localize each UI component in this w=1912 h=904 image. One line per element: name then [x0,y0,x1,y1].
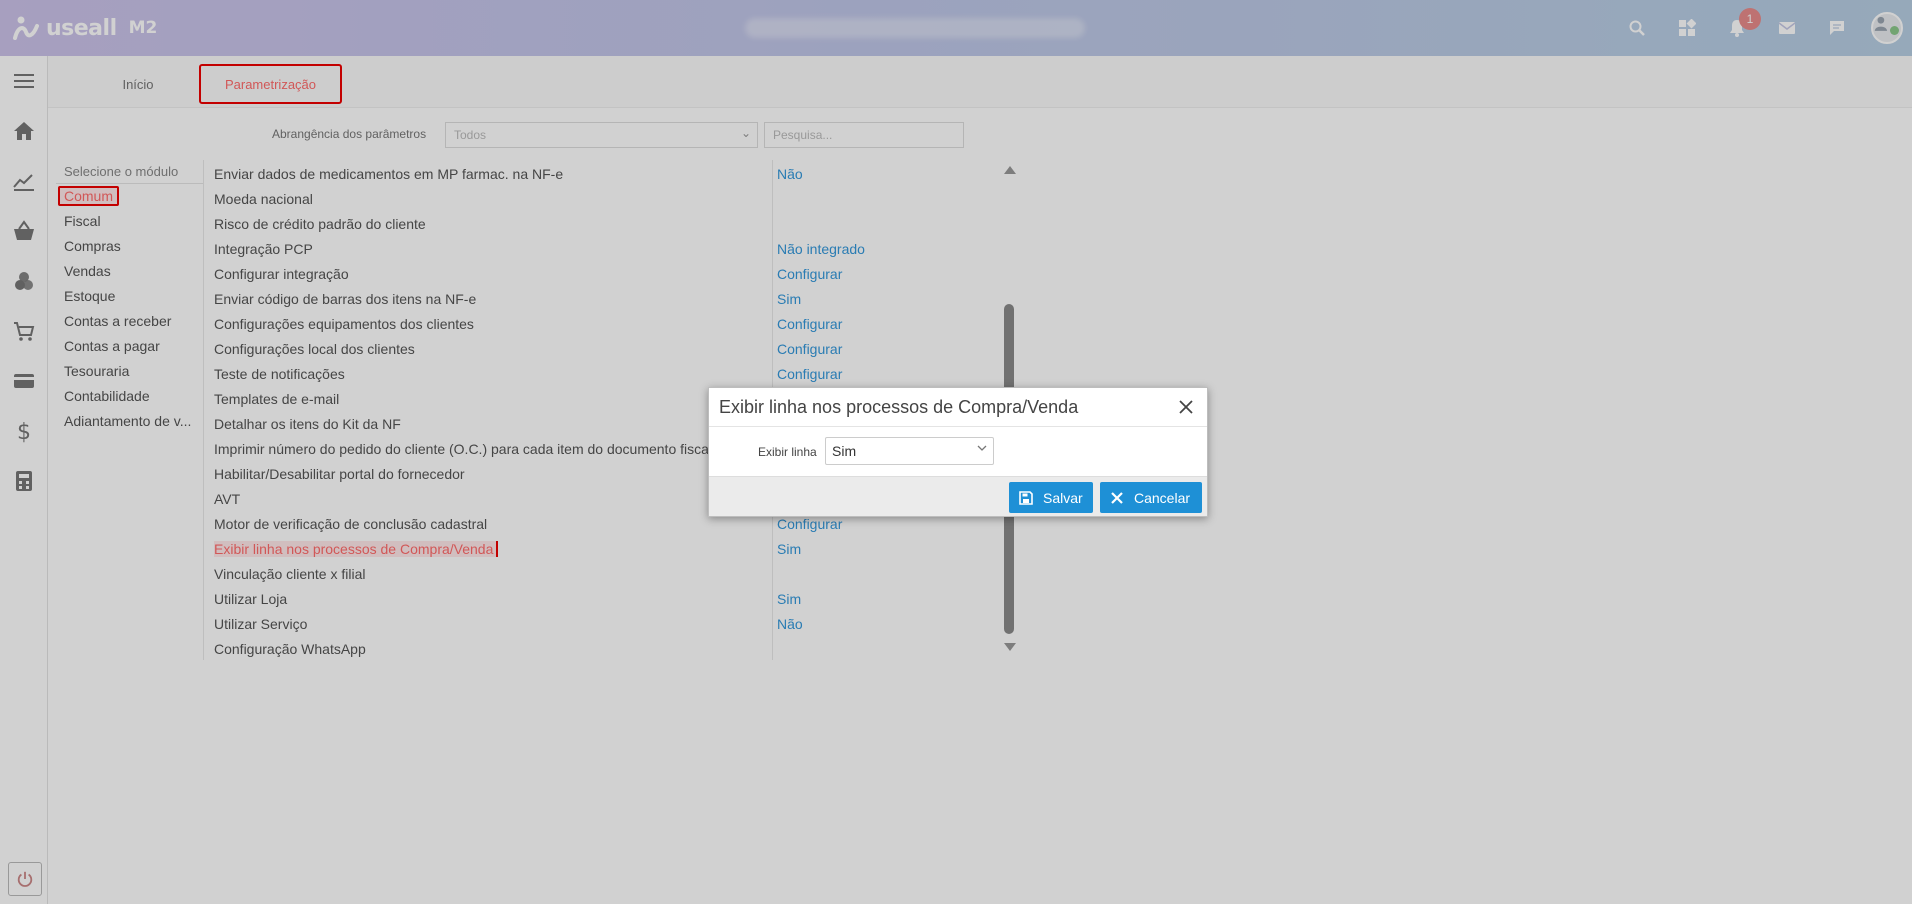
save-button[interactable]: Salvar [1009,482,1093,513]
dialog-body: Exibir linha Sim [709,427,1207,477]
save-button-label: Salvar [1043,489,1083,506]
exibir-linha-label: Exibir linha [758,445,817,459]
edit-parameter-dialog: Exibir linha nos processos de Compra/Ven… [708,387,1208,517]
exibir-linha-value: Sim [832,443,857,459]
exibir-linha-select[interactable]: Sim [825,437,994,465]
floppy-disk-icon [1019,490,1033,505]
dialog-title: Exibir linha nos processos de Compra/Ven… [719,396,1079,417]
cancel-button[interactable]: Cancelar [1100,482,1202,513]
dialog-footer: Salvar Cancelar [709,476,1207,516]
close-icon[interactable] [1177,398,1195,416]
cancel-button-label: Cancelar [1134,489,1191,506]
dialog-header: Exibir linha nos processos de Compra/Ven… [709,388,1207,427]
close-icon [1111,491,1123,504]
chevron-down-icon [977,445,987,451]
